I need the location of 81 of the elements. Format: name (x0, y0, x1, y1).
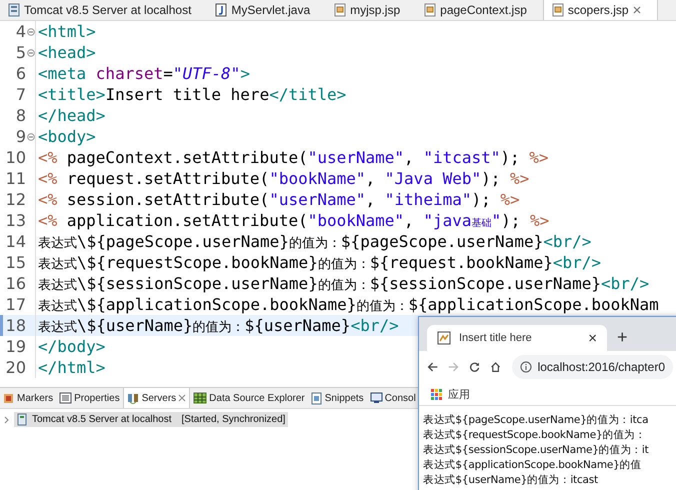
editor-tab[interactable]: Tomcat v8.5 Server at localhost (0, 0, 208, 20)
panel-tab[interactable]: Consol (366, 388, 419, 408)
page-text-line: 表达式${userName}的值为：itcast (423, 473, 599, 488)
panel-tab[interactable]: Markers (0, 388, 56, 408)
line-number: 5 (16, 43, 26, 62)
code-line: </html> (37, 358, 106, 377)
code-line: <% request.setAttribute("bookName", "Java Web"); %> (37, 169, 530, 188)
line-number: 19 (6, 337, 26, 356)
line-number: 7 (16, 85, 26, 104)
reload-icon[interactable] (469, 360, 480, 374)
file-icon (552, 3, 564, 17)
page-favicon-icon (437, 331, 451, 345)
page-text-line: 表达式${sessionScope.userName}的值为：it (423, 443, 650, 458)
panel-tab[interactable]: Data Source Explorer (190, 388, 308, 408)
info-icon (520, 361, 532, 373)
page-text-line: 表达式${applicationScope.bookName}的值 (423, 458, 642, 473)
file-icon (424, 3, 436, 17)
server-row[interactable]: Tomcat v8.5 Server at localhost [Started, Synchronized] (14, 412, 288, 427)
code-line: <% session.setAttribute("userName", "itheima"); %> (37, 190, 520, 209)
line-number: 4 (16, 22, 26, 41)
new-tab-button[interactable]: + (617, 327, 628, 348)
line-number: 12 (6, 190, 26, 209)
properties-icon (59, 392, 72, 404)
code-line: 表达式\${applicationScope.bookName}的值为：${applicationScope.bookNam (37, 294, 659, 314)
code-line: 表达式\${pageScope.userName}的值为：${pageScope.userName}<br/> (37, 232, 592, 252)
code-line: 表达式\${sessionScope.userName}的值为：${sessionScope.userName}<br/> (37, 274, 650, 294)
page-text-line: 表达式${pageScope.userName}的值为：itca (423, 413, 650, 428)
code-line: </body> (37, 337, 106, 356)
close-icon (632, 6, 641, 14)
code-line: 表达式\${requestScope.bookName}的值为：${request.bookName}<br/> (37, 252, 602, 272)
snippets-icon (310, 392, 323, 404)
line-number: 6 (16, 64, 26, 83)
line-number: 17 (6, 295, 26, 314)
code-line: <html> (37, 22, 96, 41)
code-line: <head> (37, 43, 96, 62)
line-number: 8 (16, 106, 26, 125)
code-line: 表达式\${userName}的值为：${userName}<br/> (37, 316, 399, 336)
code-line: <meta charset="UTF-8"> (37, 64, 250, 83)
panel-tab[interactable]: Properties (56, 388, 123, 408)
code-line: <title>Insert title here</title> (37, 85, 346, 104)
database-icon (193, 392, 208, 404)
code-line: </head> (37, 106, 106, 125)
markers-icon (3, 392, 15, 404)
server-status: [Started, Synchronized] (182, 414, 286, 425)
file-icon (334, 3, 346, 17)
code-line: <% pageContext.setAttribute("userName", "itcast"); %> (37, 148, 549, 167)
line-number: 13 (6, 211, 26, 230)
browser-tab[interactable]: Insert title here × (427, 325, 607, 351)
line-number: 18 (6, 316, 26, 335)
bookmark-link[interactable]: 应用 (448, 386, 470, 402)
line-number: 14 (6, 232, 26, 251)
close-tab-button[interactable]: × (588, 330, 597, 346)
line-number: 16 (6, 274, 26, 293)
line-number: 15 (6, 253, 26, 272)
apps-grid-icon (431, 388, 442, 400)
editor-tab[interactable]: scopers.jsp (542, 0, 658, 20)
java-file-icon (215, 3, 228, 17)
servers-icon (126, 392, 140, 404)
line-number: 9 (16, 127, 26, 146)
fold-icon[interactable] (26, 48, 34, 56)
address-bar[interactable]: localhost:2016/chapter0 (512, 355, 673, 379)
server-icon (8, 3, 20, 17)
fold-icon[interactable] (26, 28, 34, 36)
page-text-line: 表达式${requestScope.bookName}的值为： (423, 428, 647, 443)
fold-icon[interactable] (26, 132, 34, 140)
panel-tab[interactable]: Snippets (308, 388, 367, 408)
panel-tab[interactable]: Servers (122, 388, 190, 408)
code-line: <% application.setAttribute("bookName", "java基础"); %> (37, 211, 550, 230)
server-name: Tomcat v8.5 Server at localhost (32, 414, 172, 425)
close-icon (178, 394, 186, 402)
editor-tab[interactable]: myjsp.jsp (326, 0, 416, 20)
back-arrow-icon[interactable] (427, 360, 438, 374)
console-icon (370, 392, 383, 404)
code-line: <body> (37, 127, 96, 146)
editor-tab[interactable]: MyServlet.java (207, 0, 326, 20)
editor-tab[interactable]: pageContext.jsp (416, 0, 543, 20)
home-icon[interactable] (490, 360, 502, 374)
server-icon (17, 413, 28, 426)
line-number: 11 (6, 169, 26, 188)
line-number: 20 (6, 358, 26, 377)
line-number: 10 (6, 148, 26, 167)
